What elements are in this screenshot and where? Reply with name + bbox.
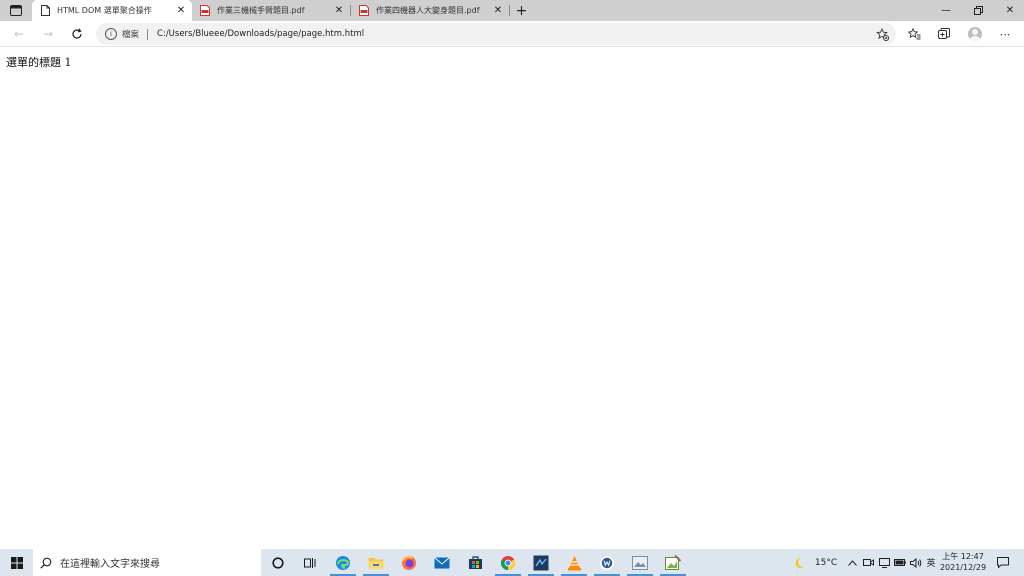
security-label: 檔案 [122,30,140,40]
close-tab-button[interactable]: ✕ [174,4,188,18]
notification-icon [997,557,1009,568]
url-text[interactable]: C:/Users/Blueee/Downloads/page/page.htm.… [157,29,874,39]
word-icon [600,555,614,570]
clock-time: 上午 12:47 [942,552,984,561]
pdf-icon [358,5,370,17]
search-placeholder: 在這裡輸入文字來搜尋 [60,559,160,570]
photos-app[interactable] [624,549,656,576]
moon-icon[interactable] [794,549,808,576]
weather-temp[interactable]: 15°C [810,549,842,576]
vlc-icon [567,555,581,570]
edge-app[interactable] [327,549,359,576]
task-view-icon [303,557,315,568]
favorites-button[interactable] [905,25,923,43]
plus-icon: + [515,2,528,19]
forward-button[interactable]: → [39,25,57,43]
start-button[interactable] [0,549,33,576]
code-editor-app[interactable] [525,549,557,576]
address-divider [147,28,149,40]
browser-toolbar: ← → i 檔案 C:/Users/Blueee/Downloads/page/… [0,21,1024,47]
notification-center-button[interactable] [994,549,1012,576]
collections-button[interactable] [935,25,953,43]
code-editor-icon [533,555,549,570]
more-horizontal-icon: ⋯ [999,27,1011,41]
close-icon: ✕ [1005,5,1015,16]
star-add-icon [875,27,889,41]
tab-html-dom[interactable]: HTML DOM 選單聚合操作 ✕ [32,0,192,21]
restore-button[interactable] [962,0,994,21]
search-icon [39,557,53,569]
new-tab-button[interactable]: + [513,2,530,19]
meet-now-icon[interactable] [861,549,875,576]
close-tab-button[interactable]: ✕ [491,4,505,18]
close-icon: ✕ [176,5,186,16]
tab-actions-icon [10,5,22,16]
tab-actions-button[interactable] [4,2,28,19]
arrow-right-icon: → [42,27,54,41]
chrome-app[interactable] [492,549,524,576]
collections-icon [938,28,950,39]
file-explorer-app[interactable] [360,549,392,576]
mail-app[interactable] [426,549,458,576]
close-window-button[interactable]: ✕ [994,0,1024,21]
volume-icon[interactable] [909,549,923,576]
profile-button[interactable] [966,25,984,43]
cortana-button[interactable] [262,549,294,576]
windows-taskbar: 在這裡輸入文字來搜尋 15°C 英 上午 12:47 2021/12/29 [0,549,1024,576]
minimize-button[interactable]: — [930,0,962,21]
taskbar-clock[interactable]: 上午 12:47 2021/12/29 [935,551,991,575]
menu-title-text: 選單的標題 1 [6,56,72,69]
tab-title: 作業四機器人大變身題目.pdf [376,6,480,15]
photos-icon [632,555,648,570]
edge-icon [336,555,350,570]
battery-icon[interactable] [893,549,907,576]
close-icon: ✕ [334,5,344,16]
close-tab-button[interactable]: ✕ [332,4,346,18]
avatar [968,27,982,41]
mail-icon [434,556,450,568]
arrow-left-icon: ← [13,27,25,41]
vlc-app[interactable] [558,549,590,576]
firefox-app[interactable] [393,549,425,576]
task-view-button[interactable] [294,549,326,576]
back-button[interactable]: ← [10,25,28,43]
store-app[interactable] [459,549,491,576]
paint-app[interactable] [657,549,689,576]
tab-separator [509,5,510,16]
close-icon: ✕ [493,5,503,16]
tab-title: HTML DOM 選單聚合操作 [57,6,152,15]
restore-icon [973,6,983,15]
word-app[interactable] [591,549,623,576]
windows-logo-icon [10,556,23,569]
tab-strip: HTML DOM 選單聚合操作 ✕ 作業三機械手臂題目.pdf ✕ 作業四機器人… [0,0,1024,21]
tab-title: 作業三機械手臂題目.pdf [217,6,305,15]
tab-pdf-arm[interactable]: 作業三機械手臂題目.pdf ✕ [192,0,350,21]
settings-more-button[interactable]: ⋯ [996,25,1014,43]
minimize-icon: — [941,5,951,16]
paint-icon [665,555,681,570]
document-icon [39,5,51,17]
refresh-icon [72,28,82,39]
taskbar-search-box[interactable]: 在這裡輸入文字來搜尋 [33,549,261,576]
store-icon [468,556,482,569]
pdf-icon [199,5,211,17]
cortana-icon [272,556,284,569]
address-bar[interactable]: i 檔案 C:/Users/Blueee/Downloads/page/page… [96,23,896,45]
file-explorer-icon [368,557,384,569]
clock-date: 2021/12/29 [939,563,987,572]
favorites-list-icon [907,28,920,40]
chrome-icon [500,555,516,570]
web-page-content: 選單的標題 1 [0,48,1024,549]
refresh-button[interactable] [68,25,86,43]
firefox-icon [402,555,416,570]
network-icon[interactable] [877,549,891,576]
add-favorite-button[interactable] [874,26,890,42]
tab-pdf-robot[interactable]: 作業四機器人大變身題目.pdf ✕ [351,0,509,21]
chevron-up-icon[interactable] [845,549,859,576]
info-icon[interactable]: i [105,28,117,40]
